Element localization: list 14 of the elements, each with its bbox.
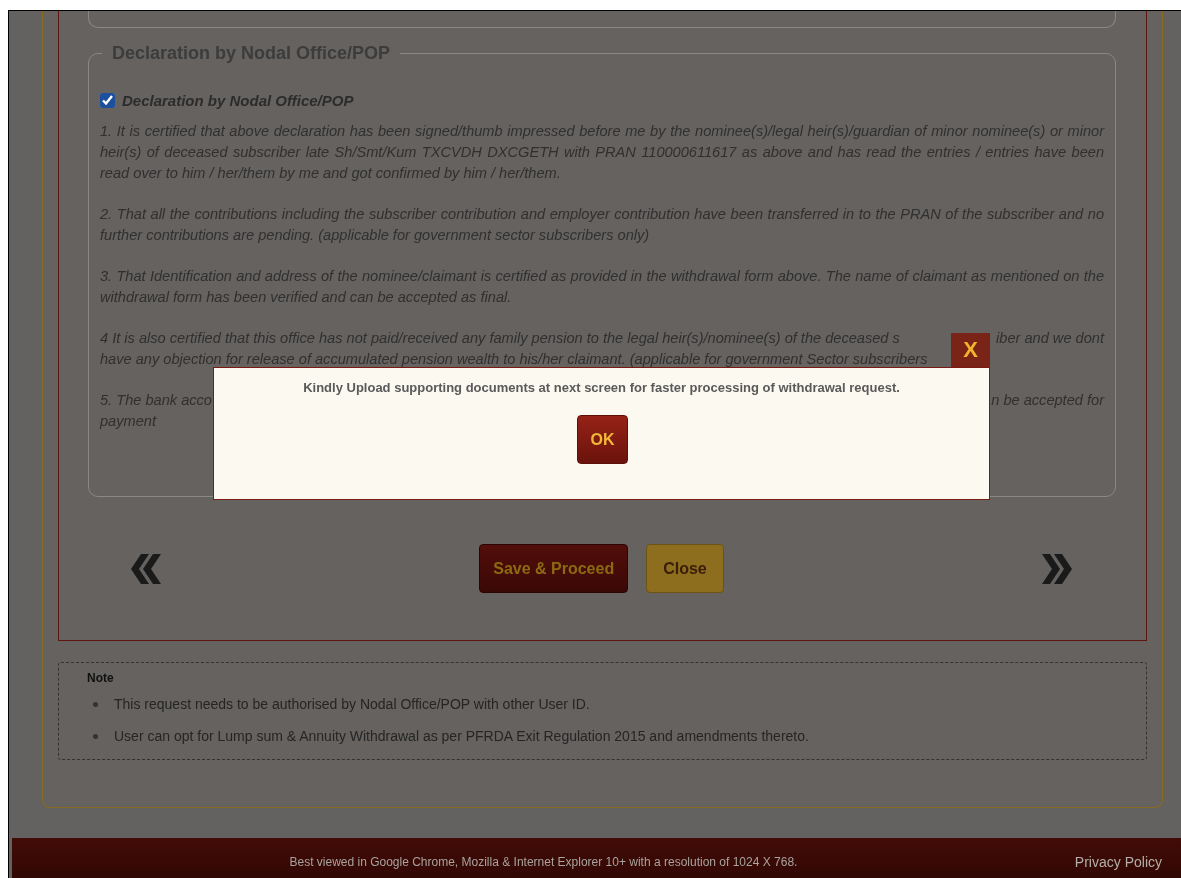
checkbox[interactable] bbox=[100, 93, 115, 108]
close-button[interactable]: Close bbox=[646, 544, 724, 593]
save-proceed-button[interactable]: Save & Proceed bbox=[479, 544, 629, 593]
dialog-message: Kindly Upload supporting documents at next screen for faster processing of withdrawal request. bbox=[302, 380, 901, 395]
bullet-icon bbox=[93, 701, 98, 707]
bullet-icon bbox=[93, 733, 98, 739]
note-title: Note bbox=[87, 671, 115, 685]
privacy-policy-link[interactable]: Privacy Policy bbox=[1074, 853, 1162, 870]
close-button[interactable]: X bbox=[951, 333, 990, 367]
note-text: This request needs to be authorised by Nodal Office/POP with other User ID. bbox=[114, 695, 590, 713]
footer-text: Best viewed in Google Chrome, Mozilla & Internet Explorer 10+ with a resolution of 1024 X 768. bbox=[288, 854, 799, 869]
checkbox-label: Declaration by Nodal Office/POP bbox=[122, 92, 354, 109]
ok-button[interactable]: OK bbox=[577, 415, 628, 464]
note-text: User can opt for Lump sum & Annuity Withdrawal as per PFRDA Exit Regulation 2015 and amendments thereto. bbox=[114, 727, 809, 745]
